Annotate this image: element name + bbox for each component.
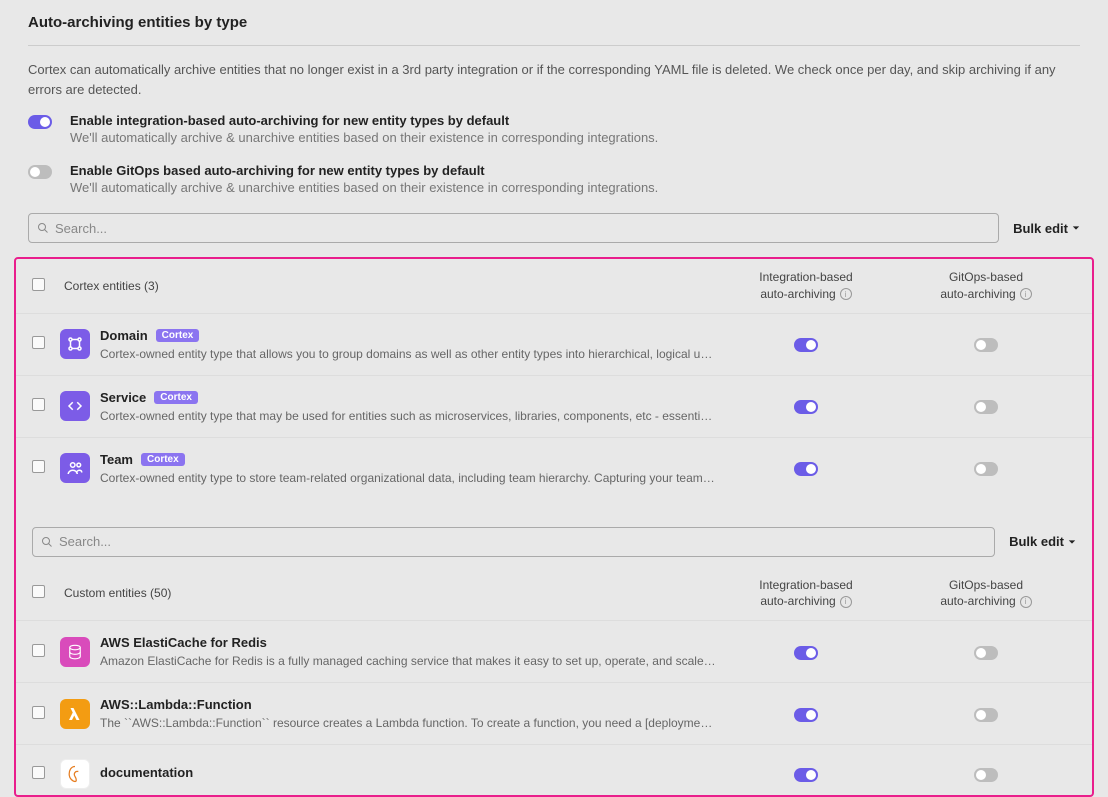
table-row: Domain Cortex Cortex-owned entity type t… [16,313,1092,375]
chevron-down-icon [1072,224,1080,232]
gitops-row-toggle[interactable] [974,646,998,660]
col-gitops-line1: GitOps-based [949,577,1023,594]
bulk-edit-label: Bulk edit [1013,221,1068,236]
bulk-edit-button[interactable]: Bulk edit [1013,221,1080,236]
gitops-row-toggle[interactable] [974,462,998,476]
entity-name: documentation [100,765,193,780]
bulk-edit-button-custom[interactable]: Bulk edit [1009,534,1076,549]
search-input[interactable] [49,221,990,236]
highlighted-region: Cortex entities (3) Integration-based au… [14,257,1094,797]
col-integration-line1: Integration-based [759,269,852,286]
custom-header-label: Custom entities (50) [64,586,716,600]
documentation-icon [60,759,90,789]
integration-row-toggle[interactable] [794,768,818,782]
row-checkbox[interactable] [32,460,45,473]
info-icon[interactable]: i [1020,288,1032,300]
row-checkbox[interactable] [32,336,45,349]
lambda-icon [60,699,90,729]
col-gitops-line1: GitOps-based [949,269,1023,286]
col-integration-line1: Integration-based [759,577,852,594]
cortex-badge: Cortex [141,453,185,466]
gitops-row-toggle[interactable] [974,768,998,782]
row-checkbox[interactable] [32,766,45,779]
gitops-row-toggle[interactable] [974,400,998,414]
table-row: AWS::Lambda::Function The ``AWS::Lambda:… [16,682,1092,744]
table-row: Service Cortex Cortex-owned entity type … [16,375,1092,437]
integration-row-toggle[interactable] [794,400,818,414]
cortex-badge: Cortex [154,391,198,404]
row-checkbox[interactable] [32,398,45,411]
gitops-toggle-label: Enable GitOps based auto-archiving for n… [70,163,658,178]
entity-desc: Cortex-owned entity type to store team-r… [100,471,716,485]
entity-name: AWS ElastiCache for Redis [100,635,267,650]
col-gitops-line2: auto-archiving [940,286,1015,303]
search-box-custom[interactable] [32,527,995,557]
col-integration-line2: auto-archiving [760,286,835,303]
gitops-row-toggle[interactable] [974,708,998,722]
table-row: Team Cortex Cortex-owned entity type to … [16,437,1092,499]
search-icon [37,222,49,234]
entity-desc: The ``AWS::Lambda::Function`` resource c… [100,716,716,730]
integration-row-toggle[interactable] [794,462,818,476]
cortex-header-label: Cortex entities (3) [64,279,716,293]
info-icon[interactable]: i [840,596,852,608]
gitops-toggle-sub: We'll automatically archive & unarchive … [70,180,658,195]
gitops-row-toggle[interactable] [974,338,998,352]
page-description: Cortex can automatically archive entitie… [28,60,1080,99]
redis-icon [60,637,90,667]
integration-toggle[interactable] [28,115,52,129]
divider [28,45,1080,46]
entity-desc: Amazon ElastiCache for Redis is a fully … [100,654,716,668]
select-all-cortex-checkbox[interactable] [32,278,45,291]
table-row: documentation [16,744,1092,795]
entity-name: Service [100,390,146,405]
row-checkbox[interactable] [32,644,45,657]
search-box[interactable] [28,213,999,243]
row-checkbox[interactable] [32,706,45,719]
entity-name: Team [100,452,133,467]
entity-name: Domain [100,328,148,343]
select-all-custom-checkbox[interactable] [32,585,45,598]
service-icon [60,391,90,421]
table-row: AWS ElastiCache for Redis Amazon ElastiC… [16,620,1092,682]
custom-table-header: Custom entities (50) Integration-based a… [16,567,1092,621]
page-title: Auto-archiving entities by type [28,14,1080,31]
domain-icon [60,329,90,359]
cortex-badge: Cortex [156,329,200,342]
integration-toggle-sub: We'll automatically archive & unarchive … [70,130,658,145]
chevron-down-icon [1068,538,1076,546]
integration-row-toggle[interactable] [794,338,818,352]
entity-desc: Cortex-owned entity type that allows you… [100,347,716,361]
gitops-toggle-row: Enable GitOps based auto-archiving for n… [28,163,1080,195]
info-icon[interactable]: i [840,288,852,300]
col-gitops-line2: auto-archiving [940,593,1015,610]
search-icon [41,536,53,548]
integration-toggle-row: Enable integration-based auto-archiving … [28,113,1080,145]
search-input-custom[interactable] [53,534,986,549]
team-icon [60,453,90,483]
integration-toggle-label: Enable integration-based auto-archiving … [70,113,658,128]
entity-name: AWS::Lambda::Function [100,697,252,712]
gitops-toggle[interactable] [28,165,52,179]
entity-desc: Cortex-owned entity type that may be use… [100,409,716,423]
info-icon[interactable]: i [1020,596,1032,608]
integration-row-toggle[interactable] [794,646,818,660]
bulk-edit-label: Bulk edit [1009,534,1064,549]
cortex-table-header: Cortex entities (3) Integration-based au… [16,259,1092,313]
col-integration-line2: auto-archiving [760,593,835,610]
integration-row-toggle[interactable] [794,708,818,722]
